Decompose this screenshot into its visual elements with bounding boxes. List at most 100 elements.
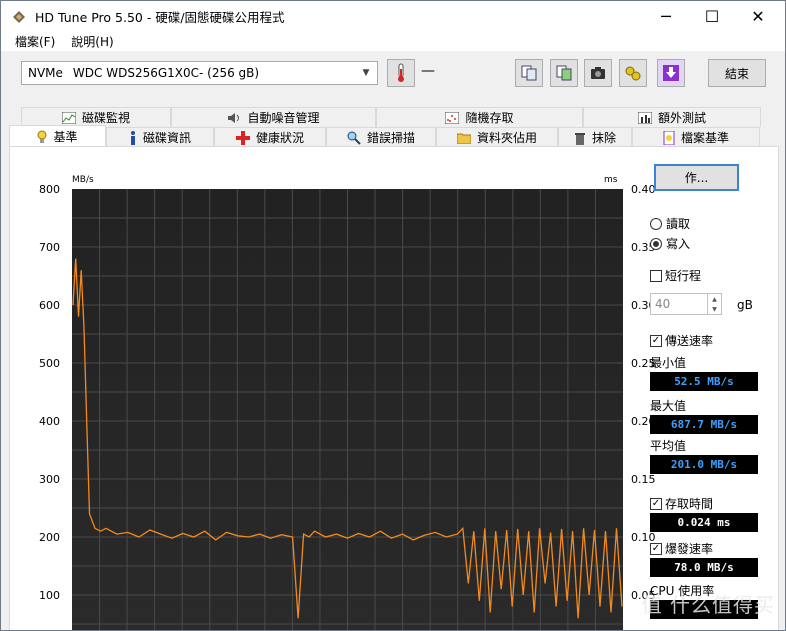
lightbulb-icon bbox=[37, 130, 47, 143]
side-panel: 作... 讀取 寫入 短行程 40 ▲ ▼ gB ✓ 傳送速率 最小值 52.5… bbox=[640, 147, 780, 630]
short-stroke-spinner[interactable]: 40 ▲ ▼ bbox=[650, 293, 722, 315]
save-button[interactable] bbox=[657, 59, 685, 87]
chevron-down-icon: ▼ bbox=[362, 68, 370, 78]
y-tick-label-left: 100 bbox=[39, 589, 60, 602]
write-label: 寫入 bbox=[666, 237, 691, 251]
tab-disk-monitor[interactable]: 磁碟監視 bbox=[21, 107, 171, 127]
watermark: 值 什么值得买 bbox=[641, 593, 775, 617]
tab-benchmark[interactable]: 基準 bbox=[9, 125, 106, 147]
chart-svg bbox=[72, 189, 623, 630]
trash-icon bbox=[574, 132, 585, 145]
burst-rate-checkbox[interactable]: ✓ 爆發速率 bbox=[650, 540, 713, 557]
close-button[interactable]: ✕ bbox=[735, 1, 781, 31]
speaker-icon bbox=[228, 112, 240, 123]
short-stroke-label: 短行程 bbox=[665, 269, 702, 283]
read-radio[interactable]: 讀取 bbox=[650, 215, 690, 232]
menu-bar: 檔案(F) 說明(H) bbox=[1, 31, 785, 51]
menu-help[interactable]: 說明(H) bbox=[63, 33, 121, 50]
tab-erase[interactable]: 抹除 bbox=[558, 127, 632, 147]
checkmark-icon: ✓ bbox=[650, 497, 662, 510]
folder-icon bbox=[456, 133, 471, 144]
tab-health[interactable]: 健康狀況 bbox=[214, 127, 326, 147]
app-icon bbox=[13, 11, 25, 23]
min-value: 52.5 MB/s bbox=[650, 372, 758, 391]
short-stroke-checkbox[interactable]: 短行程 bbox=[650, 267, 701, 284]
tab-error-scan[interactable]: 錯誤掃描 bbox=[326, 127, 436, 147]
exit-button[interactable]: 結束 bbox=[708, 59, 766, 87]
max-label: 最大值 bbox=[650, 399, 687, 413]
y-tick-label-left: 700 bbox=[39, 241, 60, 254]
tabs-bottom-row: 基準 磁碟資訊 健康狀況 錯誤掃描 資料夾佔用 抹除 檔案基準 bbox=[9, 125, 760, 147]
min-label: 最小值 bbox=[650, 356, 687, 370]
tab-label: 抹除 bbox=[591, 131, 616, 145]
copy-green-icon bbox=[556, 65, 572, 81]
magnifier-icon bbox=[347, 131, 361, 145]
write-radio[interactable]: 寫入 bbox=[650, 235, 690, 252]
checkmark-icon: ✓ bbox=[650, 542, 662, 555]
drive-name: WDC WDS256G1X0C- (256 gB) bbox=[72, 66, 260, 80]
short-stroke-value: 40 bbox=[655, 297, 671, 311]
tab-label: 資料夾佔用 bbox=[476, 131, 537, 145]
health-cross-icon bbox=[235, 130, 250, 145]
avg-label: 平均值 bbox=[650, 439, 687, 453]
tab-file-benchmark[interactable]: 檔案基準 bbox=[632, 127, 760, 147]
tab-label: 錯誤掃描 bbox=[366, 131, 415, 145]
extra-tests-icon bbox=[637, 111, 652, 124]
transfer-rate-checkbox[interactable]: ✓ 傳送速率 bbox=[650, 332, 713, 349]
minimize-button[interactable]: ─ bbox=[643, 1, 689, 31]
burst-rate-label: 爆發速率 bbox=[665, 542, 714, 556]
spinner-arrows[interactable]: ▲ ▼ bbox=[707, 294, 721, 314]
tab-label: 檔案基準 bbox=[680, 131, 729, 145]
camera-icon bbox=[591, 67, 605, 79]
title-bar: HD Tune Pro 5.50 - 硬碟/固態硬碟公用程式 ─ ☐ ✕ bbox=[1, 1, 785, 31]
temperature-button[interactable] bbox=[387, 59, 415, 87]
thermometer-icon bbox=[398, 63, 404, 82]
burst-rate-value: 78.0 MB/s bbox=[650, 558, 758, 577]
maximize-button[interactable]: ☐ bbox=[689, 1, 735, 31]
gb-unit: gB bbox=[737, 298, 753, 312]
gears-icon bbox=[625, 66, 641, 81]
tab-label: 隨機存取 bbox=[465, 111, 514, 125]
tab-label: 自動噪音管理 bbox=[247, 111, 320, 125]
tab-label: 基準 bbox=[53, 130, 78, 144]
y-tick-label-left: 300 bbox=[39, 473, 60, 486]
checkmark-icon: ✓ bbox=[650, 334, 662, 347]
radio-dot-selected bbox=[650, 237, 662, 250]
file-benchmark-icon bbox=[663, 130, 675, 145]
tab-extra-tests[interactable]: 額外測試 bbox=[583, 107, 761, 127]
benchmark-chart: MB/s ms 800 700 600 500 400 300 200 100 0.40 0.35… bbox=[26, 167, 656, 630]
max-value: 687.7 MB/s bbox=[650, 415, 758, 434]
y-tick-label-left: 200 bbox=[39, 531, 60, 544]
y-tick-label-left: 600 bbox=[39, 299, 60, 312]
monitor-chart-icon bbox=[61, 111, 76, 124]
scatter-icon bbox=[445, 111, 460, 124]
drive-select[interactable]: NVMe WDC WDS256G1X0C- (256 gB) ▼ bbox=[21, 61, 378, 85]
screenshot-button[interactable] bbox=[584, 59, 612, 87]
info-icon bbox=[130, 130, 135, 145]
copy-screen-button[interactable] bbox=[550, 59, 578, 87]
access-time-checkbox[interactable]: ✓ 存取時間 bbox=[650, 495, 713, 512]
chart-plot-area bbox=[72, 189, 623, 630]
drive-type: NVMe bbox=[28, 66, 63, 80]
avg-value: 201.0 MB/s bbox=[650, 455, 758, 474]
tab-random-access[interactable]: 隨機存取 bbox=[376, 107, 583, 127]
y-tick-label-left: 400 bbox=[39, 415, 60, 428]
options-button[interactable] bbox=[619, 59, 647, 87]
start-button[interactable]: 作... bbox=[654, 164, 739, 191]
toolbar: NVMe WDC WDS256G1X0C- (256 gB) ▼ — 結束 bbox=[1, 51, 785, 99]
access-time-value: 0.024 ms bbox=[650, 513, 758, 532]
access-time-label: 存取時間 bbox=[665, 497, 714, 511]
window-title: HD Tune Pro 5.50 - 硬碟/固態硬碟公用程式 bbox=[35, 9, 285, 25]
radio-dot bbox=[650, 217, 662, 230]
download-arrow-icon bbox=[663, 65, 679, 81]
checkbox-box bbox=[650, 269, 662, 282]
tab-aam[interactable]: 自動噪音管理 bbox=[171, 107, 376, 127]
copy-info-button[interactable] bbox=[515, 59, 543, 87]
tab-label: 健康狀況 bbox=[255, 131, 304, 145]
left-unit-label: MB/s bbox=[72, 175, 94, 185]
tab-disk-info[interactable]: 磁碟資訊 bbox=[106, 127, 214, 147]
menu-file[interactable]: 檔案(F) bbox=[1, 33, 63, 50]
tab-folder-usage[interactable]: 資料夾佔用 bbox=[436, 127, 558, 147]
benchmark-panel: MB/s ms 800 700 600 500 400 300 200 100 0.40 0.35… bbox=[9, 146, 780, 630]
right-unit-label: ms bbox=[604, 175, 618, 185]
